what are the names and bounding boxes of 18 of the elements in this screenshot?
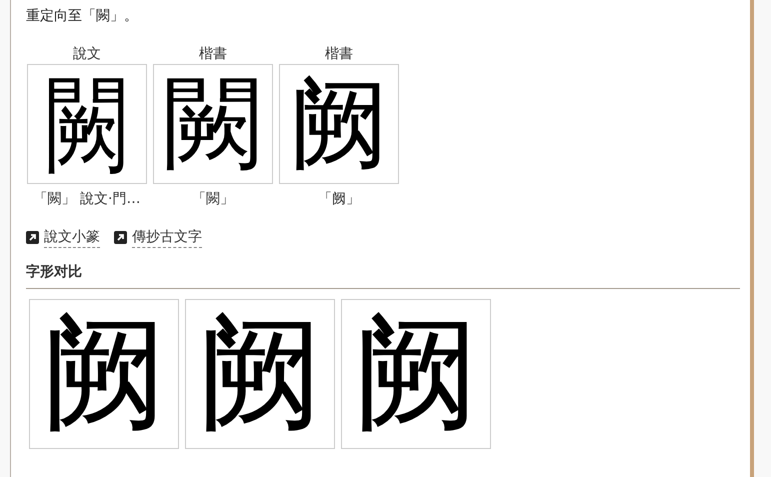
glyph-caption: 「阙」 xyxy=(318,190,360,209)
script-label: 說文 xyxy=(73,45,101,64)
glyph: 阙 xyxy=(197,311,323,437)
glyph: 阙 xyxy=(353,311,479,437)
external-link-icon xyxy=(114,231,127,244)
external-link-icon xyxy=(26,231,39,244)
glyph: 闕 xyxy=(45,72,129,176)
glyph: 阙 xyxy=(41,311,167,437)
glyph-caption: 「闕」 說文·門… xyxy=(34,190,140,209)
glyph: 闕 xyxy=(163,74,263,174)
script-label: 楷書 xyxy=(199,45,227,64)
glyph: 阙 xyxy=(289,74,389,174)
script-label: 楷書 xyxy=(325,45,353,64)
section-heading: 字形对比 xyxy=(26,262,740,289)
glyph-caption: 「闕」 xyxy=(192,190,234,209)
reference-link[interactable]: 說文小篆 xyxy=(44,227,100,248)
redirect-note: 重定向至「闕」。 xyxy=(26,7,139,26)
reference-link[interactable]: 傳抄古文字 xyxy=(132,227,202,248)
